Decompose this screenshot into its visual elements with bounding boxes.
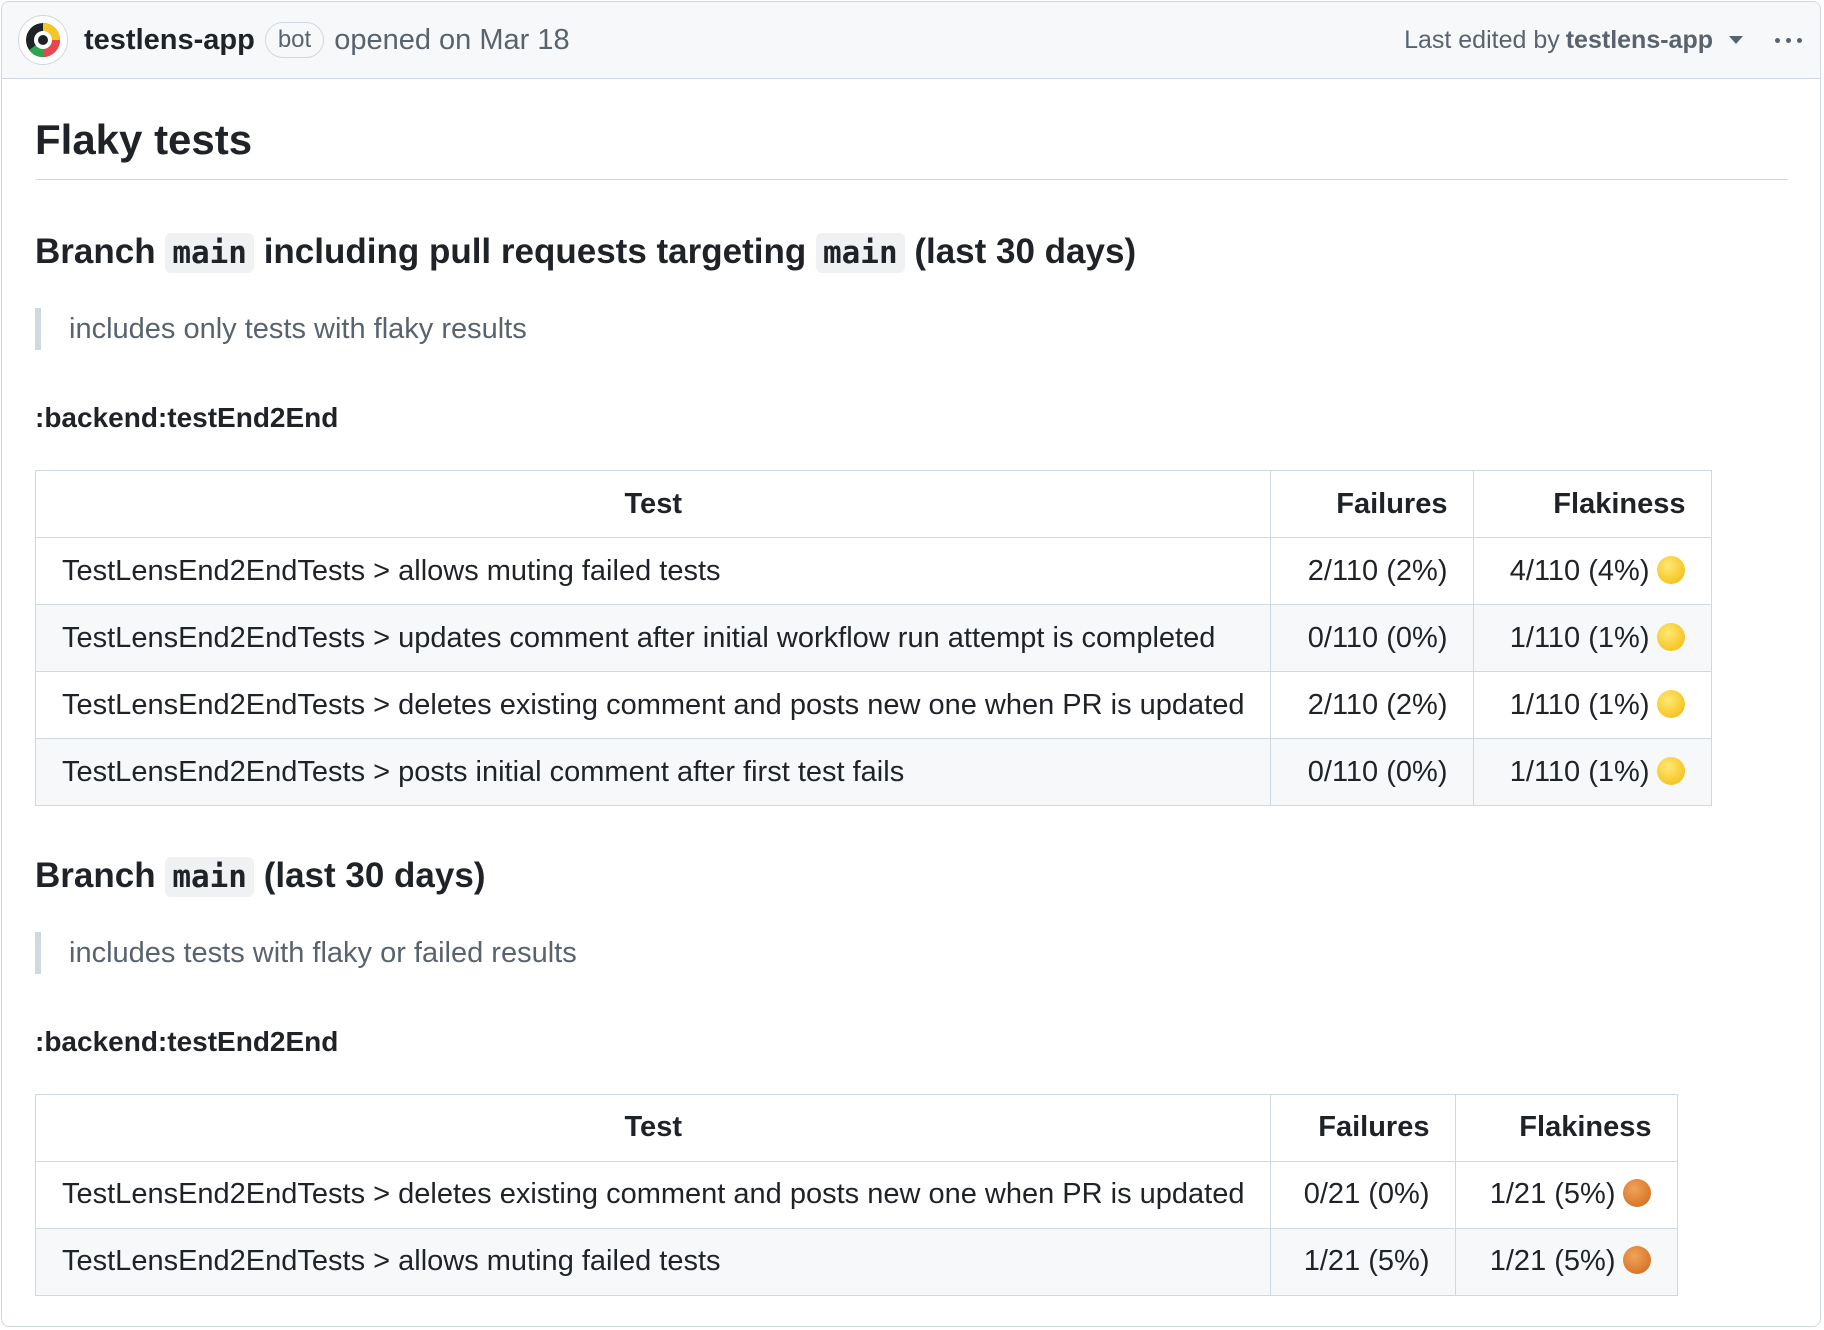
failures-value: 0/110 (0%) [1270, 738, 1475, 807]
table-row: TestLensEnd2EndTests > updates comment a… [34, 604, 1713, 673]
test-name: TestLensEnd2EndTests > deletes existing … [34, 1160, 1272, 1229]
column-header-flakiness: Flakiness [1473, 470, 1713, 539]
caret-down-icon [1729, 36, 1743, 44]
flakiness-value: 1/110 (1%) [1509, 621, 1650, 654]
testlens-logo-icon [26, 23, 60, 58]
test-name: TestLensEnd2EndTests > posts initial com… [34, 738, 1272, 807]
column-header-failures: Failures [1270, 1093, 1457, 1162]
failures-value: 1/21 (5%) [1270, 1227, 1457, 1296]
edited-by: testlens-app [1565, 25, 1713, 54]
flakiness-value: 4/110 (4%) [1509, 554, 1650, 587]
table-header-row: Test Failures Flakiness [34, 470, 1713, 539]
comment-body: Flaky tests Branch main including pull r… [2, 79, 1820, 1296]
branch-code: main [165, 857, 254, 898]
task-heading: :backend:testEnd2End [35, 402, 339, 434]
failures-value: 0/110 (0%) [1270, 604, 1475, 673]
test-name: TestLensEnd2EndTests > updates comment a… [34, 604, 1272, 673]
flakiness-value: 1/21 (5%) [1489, 1245, 1616, 1278]
page-title: Flaky tests [35, 79, 1788, 181]
flakiness-value: 1/110 (1%) [1509, 755, 1650, 788]
column-header-test: Test [34, 1093, 1272, 1162]
section-heading: Branch main (last 30 days) [35, 856, 486, 898]
test-name: TestLensEnd2EndTests > deletes existing … [34, 671, 1272, 740]
opened-timestamp[interactable]: opened on Mar 18 [334, 24, 569, 57]
yellow-circle-icon [1657, 756, 1686, 785]
section-heading: Branch main including pull requests targ… [35, 232, 1137, 274]
kebab-menu-icon[interactable] [1775, 32, 1802, 49]
table-row: TestLensEnd2EndTests > allows muting fai… [34, 1227, 1679, 1296]
table-row: TestLensEnd2EndTests > allows muting fai… [34, 537, 1713, 606]
yellow-circle-icon [1657, 555, 1686, 584]
branch-code: main [815, 233, 905, 274]
section-note: includes tests with flaky or failed resu… [35, 931, 1788, 974]
table-row: TestLensEnd2EndTests > deletes existing … [34, 671, 1713, 740]
failures-value: 2/110 (2%) [1270, 671, 1475, 740]
author-link[interactable]: testlens-app [84, 24, 255, 57]
flakiness-value: 1/21 (5%) [1489, 1178, 1616, 1211]
yellow-circle-icon [1657, 622, 1686, 651]
yellow-circle-icon [1657, 689, 1686, 718]
column-header-failures: Failures [1270, 470, 1475, 539]
bot-badge: bot [264, 22, 325, 58]
failures-value: 0/21 (0%) [1270, 1160, 1457, 1229]
table-header-row: Test Failures Flakiness [34, 1093, 1679, 1162]
test-name: TestLensEnd2EndTests > allows muting fai… [34, 537, 1272, 606]
table-row: TestLensEnd2EndTests > deletes existing … [34, 1160, 1679, 1229]
orange-circle-icon [1623, 1179, 1652, 1208]
table-row: TestLensEnd2EndTests > posts initial com… [34, 738, 1713, 807]
edit-history-dropdown[interactable]: Last edited by testlens-app [1404, 26, 1743, 55]
test-name: TestLensEnd2EndTests > allows muting fai… [34, 1227, 1272, 1296]
avatar[interactable] [18, 15, 68, 65]
orange-circle-icon [1623, 1246, 1652, 1275]
failures-value: 2/110 (2%) [1270, 537, 1475, 606]
task-heading: :backend:testEnd2End [35, 1025, 339, 1057]
comment-header: testlens-app bot opened on Mar 18 Last e… [2, 2, 1820, 79]
flakiness-value: 1/110 (1%) [1509, 688, 1650, 721]
section-note: includes only tests with flaky results [35, 308, 1788, 351]
branch-code: main [165, 233, 254, 274]
column-header-flakiness: Flakiness [1455, 1093, 1679, 1162]
edited-prefix: Last edited by [1404, 25, 1560, 54]
flaky-tests-table: Test Failures Flakiness TestLensEnd2EndT… [34, 1093, 1679, 1296]
issue-comment: testlens-app bot opened on Mar 18 Last e… [1, 1, 1821, 1327]
flaky-tests-table: Test Failures Flakiness TestLensEnd2EndT… [34, 470, 1713, 807]
column-header-test: Test [34, 470, 1272, 539]
